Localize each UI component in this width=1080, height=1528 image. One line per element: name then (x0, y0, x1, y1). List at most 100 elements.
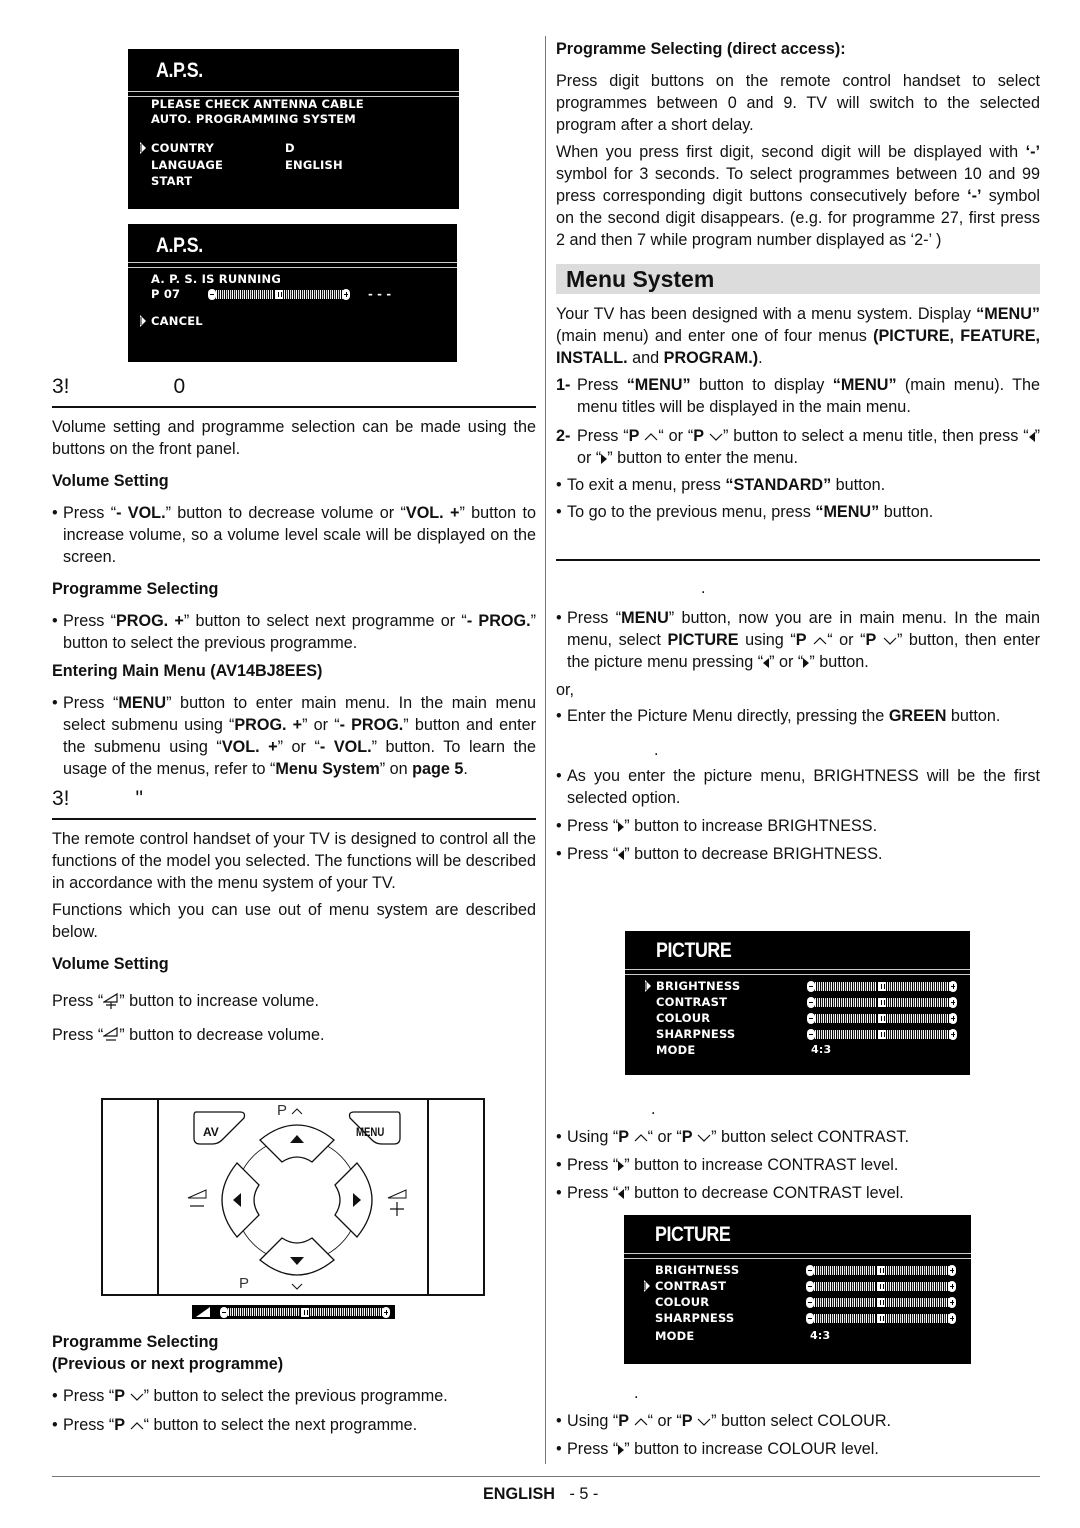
slider-thumb[interactable] (877, 1029, 887, 1040)
section-heading-remote: 3! " (52, 786, 536, 820)
plus-cap-icon (948, 1265, 956, 1276)
aps-programme-number: P 07 (151, 287, 181, 301)
picture-level-slider[interactable] (806, 1281, 956, 1292)
slider-thumb[interactable] (877, 981, 887, 992)
page-footer: ENGLISH - 5 - (483, 1485, 598, 1504)
picture-menu-brightness: PICTURE BRIGHTNESS CONTRAST COLOUR SHARPNES… (625, 931, 970, 1075)
heading-glyph: 3! (52, 375, 70, 398)
direct-access-text-1: Press digit buttons on the remote contro… (556, 72, 1040, 134)
picture-level-slider[interactable] (806, 1313, 956, 1324)
volume-bullet: Press “- VOL.” button to decrease volume… (52, 502, 536, 568)
slider-thumb[interactable] (877, 997, 887, 1008)
previous-programme-bullet: Press “P ” button to select the previous… (52, 1385, 536, 1407)
picture-item-sharpness[interactable]: SHARPNESS (656, 1027, 735, 1041)
p-up-chevron-icon (291, 1108, 303, 1115)
aps-item-country[interactable]: COUNTRY (151, 141, 214, 155)
aps-cancel[interactable]: CANCEL (151, 314, 203, 328)
picture-item-brightness[interactable]: BRIGHTNESS (656, 979, 740, 993)
p-down-chevron-icon (709, 433, 723, 441)
slider-thumb[interactable] (876, 1313, 886, 1324)
aps-progress-bar (208, 289, 350, 300)
picture-level-slider[interactable] (807, 1029, 957, 1040)
heading-glyph: " (135, 787, 143, 810)
aps-running-screen: A.P.S. A. P. S. IS RUNNING P 07 - - - CA… (128, 224, 457, 362)
picture-item-sharpness[interactable]: SHARPNESS (655, 1311, 734, 1325)
slider-thumb[interactable] (877, 1013, 887, 1024)
aps-channel-readout: - - - (368, 287, 392, 301)
menu-step-1: 1- Press “MENU” button to display “MENU”… (556, 376, 1040, 416)
mode-label: MODE (656, 1043, 696, 1057)
contrast-heading-dot: . (651, 1100, 656, 1118)
p-up-chevron-icon (634, 1418, 648, 1426)
programme-up-button[interactable] (259, 1124, 335, 1163)
plus-cap-icon (949, 1013, 957, 1024)
minus-cap-icon (807, 1029, 815, 1040)
plus-cap-icon (382, 1307, 390, 1318)
av-button[interactable] (193, 1111, 246, 1145)
aps-item-start[interactable]: START (151, 174, 192, 188)
direct-access-heading: Programme Selecting (direct access): (556, 40, 846, 58)
volume-down-icon (102, 1026, 118, 1041)
picture-item-colour[interactable]: COLOUR (655, 1295, 709, 1309)
picture-level-slider[interactable] (807, 1013, 957, 1024)
p-down-label: P (239, 1275, 250, 1292)
left-column-bottom: Programme Selecting (Previous or next pr… (52, 1331, 536, 1436)
aps-country-value: D (285, 141, 295, 155)
exit-menu-bullet: To exit a menu, press “STANDARD” button. (556, 474, 1040, 496)
plus-cap-icon (948, 1281, 956, 1292)
remote-keypad-drawing (187, 1108, 407, 1290)
slider-thumb[interactable] (876, 1281, 886, 1292)
picture-level-slider[interactable] (807, 997, 957, 1008)
slider-thumb[interactable] (876, 1297, 886, 1308)
remote-intro: The remote control handset of your TV is… (52, 830, 536, 892)
picture-menu-bullet-1: Press “MENU” button, now you are in main… (556, 607, 1040, 673)
picture-item-contrast[interactable]: CONTRAST (655, 1279, 726, 1293)
selection-pointer-icon (644, 1280, 650, 1292)
p-down-chevron-icon (697, 1134, 711, 1142)
volume-level-bar (192, 1305, 395, 1319)
next-programme-bullet: Press “P “ button to select the next pro… (52, 1414, 536, 1436)
aps-item-language[interactable]: LANGUAGE (151, 158, 223, 172)
picture-level-slider[interactable] (806, 1265, 956, 1276)
selection-pointer-icon (645, 980, 651, 992)
av-label: AV (203, 1125, 219, 1139)
p-up-chevron-icon (813, 637, 827, 645)
programme-down-button[interactable] (259, 1237, 335, 1276)
brightness-bullet-1: As you enter the picture menu, BRIGHTNES… (556, 765, 1040, 809)
section-rule (556, 559, 1040, 561)
osd-divider (625, 969, 970, 975)
menu-step-2: 2- Press “P “ or “P ” button to select a… (556, 427, 1040, 467)
volume-up-text: Press “” button to increase volume. (52, 992, 320, 1010)
brightness-heading-dot: . (654, 741, 659, 759)
minus-cap-icon (806, 1313, 814, 1324)
picture-level-slider[interactable] (806, 1297, 956, 1308)
menu-system-title: Menu System (556, 264, 1040, 294)
aps-title: A.P.S. (156, 59, 203, 82)
menu-system-intro: Your TV has been designed with a menu sy… (556, 305, 1040, 367)
page-number: - 5 - (569, 1485, 599, 1503)
left-column: 3! 0 Volume setting and programme selecti… (52, 374, 536, 1046)
remote-functions-text: Functions which you can use out of menu … (52, 901, 536, 941)
volume-setting-heading: Volume Setting (52, 472, 169, 490)
programme-selecting-subheading: (Previous or next programme) (52, 1355, 284, 1373)
aps-setup-screen: A.P.S. PLEASE CHECK ANTENNA CABLE AUTO. … (128, 49, 459, 209)
right-column-contrast: . Using “P “ or “P ” button select CONTR… (556, 1098, 1040, 1204)
volume-icon (196, 1307, 210, 1317)
slider-thumb[interactable] (876, 1265, 886, 1276)
brightness-bullet-2: Press “” button to increase BRIGHTNESS. (556, 815, 1040, 837)
picture-item-brightness[interactable]: BRIGHTNESS (655, 1263, 739, 1277)
right-column: Programme Selecting (direct access): Pre… (556, 38, 1040, 865)
picture-item-contrast[interactable]: CONTRAST (656, 995, 727, 1009)
mode-value[interactable]: 4:3 (811, 1043, 831, 1056)
mode-value[interactable]: 4:3 (810, 1329, 830, 1342)
p-down-chevron-icon (883, 637, 897, 645)
picture-level-slider[interactable] (807, 981, 957, 992)
aps-notice-line-2: AUTO. PROGRAMMING SYSTEM (151, 112, 356, 126)
picture-item-colour[interactable]: COLOUR (656, 1011, 710, 1025)
contrast-bullet-1: Using “P “ or “P ” button select CONTRAS… (556, 1126, 1040, 1148)
aps-title: A.P.S. (156, 234, 203, 257)
mode-label: MODE (655, 1329, 695, 1343)
colour-heading-dot: . (634, 1384, 639, 1402)
volume-up-icon (387, 1189, 407, 1199)
picture-title: PICTURE (656, 939, 732, 962)
